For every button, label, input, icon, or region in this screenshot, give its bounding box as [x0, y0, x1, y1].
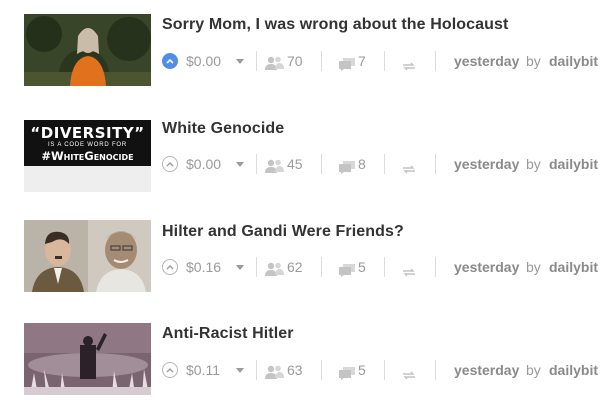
post-meta: $0.11 63 5 yesterday by dailybit — [162, 359, 604, 381]
voters-count[interactable]: 70 — [287, 50, 303, 72]
comments-count[interactable]: 8 — [358, 153, 366, 175]
post-thumbnail[interactable] — [24, 14, 151, 86]
post-thumbnail[interactable] — [24, 323, 151, 395]
users-icon[interactable] — [265, 363, 285, 385]
comments-icon[interactable] — [339, 261, 355, 283]
post-thumbnail[interactable]: “DIVERSITY” IS A CODE WORD FOR #WhiteGen… — [24, 120, 151, 192]
post-title[interactable]: White Genocide — [162, 120, 284, 138]
users-icon[interactable] — [265, 157, 285, 179]
upvote-button[interactable] — [162, 362, 178, 378]
post-title[interactable]: Sorry Mom, I was wrong about the Holocau… — [162, 16, 508, 34]
thumbnail-caption-line: #WhiteGenocide — [41, 149, 134, 163]
post-thumbnail[interactable] — [24, 220, 151, 292]
author-link[interactable]: dailybit — [549, 153, 598, 175]
payout-value[interactable]: $0.16 — [186, 256, 221, 278]
by-label: by — [526, 362, 541, 378]
users-icon[interactable] — [265, 260, 285, 282]
payout-value[interactable]: $0.11 — [186, 359, 220, 381]
post-meta: $0.00 45 8 yesterday by dailybit — [162, 153, 604, 175]
comments-count[interactable]: 5 — [358, 256, 366, 278]
reblog-icon[interactable] — [402, 365, 416, 387]
comments-icon[interactable] — [339, 158, 355, 180]
thumbnail-caption-line: IS A CODE WORD FOR — [47, 142, 128, 148]
comments-icon[interactable] — [339, 364, 355, 386]
post-title[interactable]: Anti-Racist Hitler — [162, 325, 294, 343]
comments-count[interactable]: 7 — [358, 50, 366, 72]
upvote-button[interactable] — [162, 259, 178, 275]
divider — [321, 51, 322, 71]
divider — [256, 154, 257, 174]
reblog-icon[interactable] — [402, 262, 416, 284]
divider — [321, 154, 322, 174]
author-link[interactable]: dailybit — [549, 256, 598, 278]
divider — [256, 257, 257, 277]
by-label: by — [526, 53, 541, 69]
divider — [321, 360, 322, 380]
divider — [435, 360, 436, 380]
post-item: Hilter and Gandi Were Friends? $0.16 62 … — [0, 206, 604, 309]
by-label: by — [526, 156, 541, 172]
by-label: by — [526, 259, 541, 275]
thumbnail-caption-line: “DIVERSITY” — [30, 124, 145, 142]
post-time[interactable]: yesterday — [454, 153, 519, 175]
author-link[interactable]: dailybit — [549, 359, 598, 381]
divider — [384, 257, 385, 277]
voters-count[interactable]: 62 — [287, 256, 303, 278]
comments-icon[interactable] — [339, 55, 355, 77]
comments-count[interactable]: 5 — [358, 359, 366, 381]
reblog-icon[interactable] — [402, 159, 416, 181]
users-icon[interactable] — [265, 54, 285, 76]
divider — [435, 51, 436, 71]
post-meta: $0.00 70 7 yesterday by dailybit — [162, 50, 604, 72]
caret-down-icon[interactable] — [236, 162, 244, 167]
divider — [321, 257, 322, 277]
divider — [384, 51, 385, 71]
voters-count[interactable]: 45 — [287, 153, 303, 175]
post-time[interactable]: yesterday — [454, 359, 519, 381]
upvote-button[interactable] — [162, 156, 178, 172]
post-meta: $0.16 62 5 yesterday by dailybit — [162, 256, 604, 278]
divider — [256, 51, 257, 71]
caret-down-icon[interactable] — [236, 368, 244, 373]
payout-value[interactable]: $0.00 — [186, 50, 221, 72]
voters-count[interactable]: 63 — [287, 359, 303, 381]
upvote-button[interactable] — [162, 53, 178, 69]
payout-value[interactable]: $0.00 — [186, 153, 221, 175]
post-title[interactable]: Hilter and Gandi Were Friends? — [162, 223, 404, 241]
post-time[interactable]: yesterday — [454, 50, 519, 72]
caret-down-icon[interactable] — [236, 59, 244, 64]
post-item: Sorry Mom, I was wrong about the Holocau… — [0, 0, 604, 103]
post-item: Anti-Racist Hitler $0.11 63 5 yesterday … — [0, 309, 604, 412]
caret-down-icon[interactable] — [236, 265, 244, 270]
post-time[interactable]: yesterday — [454, 256, 519, 278]
post-item: “DIVERSITY” IS A CODE WORD FOR #WhiteGen… — [0, 103, 604, 206]
divider — [435, 154, 436, 174]
divider — [384, 154, 385, 174]
divider — [435, 257, 436, 277]
divider — [384, 360, 385, 380]
reblog-icon[interactable] — [402, 56, 416, 78]
thumbnail-background — [24, 166, 151, 192]
author-link[interactable]: dailybit — [549, 50, 598, 72]
divider — [256, 360, 257, 380]
